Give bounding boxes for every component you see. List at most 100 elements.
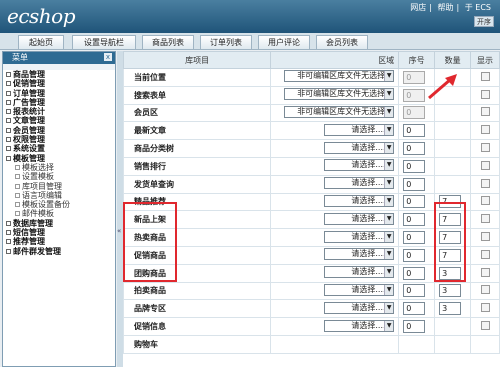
item-name: 拍卖商品 xyxy=(123,281,272,301)
region-select[interactable]: 请选择....... ▼ xyxy=(324,123,395,136)
order-input[interactable]: 0 xyxy=(403,302,426,316)
sidebar-item[interactable]: 邮件模板 xyxy=(3,209,115,218)
quantity-cell xyxy=(434,139,472,158)
sidebar-item[interactable]: 会员管理 xyxy=(3,126,115,135)
item-name: 当前位置 xyxy=(123,68,272,87)
region-select[interactable]: 非可编辑区库文件无选择项 ▼ xyxy=(284,105,395,118)
display-checkbox[interactable] xyxy=(480,107,490,117)
sidebar-item[interactable]: 推荐管理 xyxy=(3,237,115,246)
chevron-down-icon: ▼ xyxy=(384,160,394,171)
sidebar-item[interactable]: 广告管理 xyxy=(3,98,115,107)
order-input[interactable]: 0 xyxy=(403,213,426,227)
display-checkbox[interactable] xyxy=(480,71,490,81)
sidebar-item-label: 文章管理 xyxy=(13,116,45,126)
order-input[interactable]: 0 xyxy=(403,248,426,262)
sidebar-item-label: 数据库管理 xyxy=(13,218,53,228)
order-input[interactable]: 0 xyxy=(403,124,426,138)
expand-icon xyxy=(6,90,11,96)
link-help[interactable]: 帮助 xyxy=(434,3,456,12)
order-input[interactable]: 0 xyxy=(403,231,426,245)
tab-user-comments[interactable]: 用户评论 xyxy=(258,35,310,49)
region-select[interactable]: 请选择....... ▼ xyxy=(324,319,395,332)
order-input[interactable]: 0 xyxy=(403,320,426,334)
sidebar-item[interactable]: 系统设置 xyxy=(3,144,115,153)
region-select[interactable]: 请选择....... ▼ xyxy=(324,248,395,261)
display-checkbox[interactable] xyxy=(480,303,490,313)
region-cell xyxy=(270,334,400,354)
sidebar-item-label: 系统设置 xyxy=(13,144,45,154)
order-input[interactable]: 0 xyxy=(403,195,426,209)
close-icon[interactable]: x xyxy=(104,53,112,61)
order-cell: 0 xyxy=(398,281,436,301)
display-checkbox[interactable] xyxy=(480,267,490,277)
display-checkbox[interactable] xyxy=(480,178,490,188)
tab-home[interactable]: 起始页 xyxy=(18,35,64,49)
order-input[interactable]: 0 xyxy=(403,284,426,298)
order-cell: 0 xyxy=(398,156,436,176)
quantity-cell xyxy=(434,103,472,123)
expand-icon xyxy=(6,127,11,133)
tab-member-list[interactable]: 会员列表 xyxy=(316,35,368,49)
region-select[interactable]: 请选择....... ▼ xyxy=(324,301,395,314)
quantity-input[interactable]: 3 xyxy=(439,284,462,298)
quantity-cell xyxy=(434,174,472,194)
order-input: 0 xyxy=(403,106,426,120)
region-select[interactable]: 请选择....... ▼ xyxy=(324,283,395,296)
region-select[interactable]: 请选择....... ▼ xyxy=(324,266,395,279)
quantity-input[interactable]: 3 xyxy=(439,302,462,316)
tab-order-list[interactable]: 订单列表 xyxy=(200,35,252,49)
link-about[interactable]: 于 ECS xyxy=(462,3,494,12)
display-checkbox[interactable] xyxy=(480,214,490,224)
sidebar-item[interactable]: 设置模板 xyxy=(3,172,115,181)
sidebar-item[interactable]: 库项目管理 xyxy=(3,182,115,191)
sidebar-item[interactable]: 商品管理 xyxy=(3,70,115,79)
expand-icon xyxy=(6,220,11,226)
order-input[interactable]: 0 xyxy=(403,266,426,280)
table-row: 品牌专区 请选择....... ▼ 0 3 xyxy=(123,299,500,319)
tab-nav-settings[interactable]: 设置导航栏 xyxy=(72,35,136,49)
region-cell: 请选择....... ▼ xyxy=(270,139,400,158)
table-row: 会员区 非可编辑区库文件无选择项 ▼ 0 xyxy=(123,103,500,123)
display-checkbox[interactable] xyxy=(480,285,490,295)
sidebar-item[interactable]: 权限管理 xyxy=(3,135,115,144)
sidebar-item[interactable]: 模板设置备份 xyxy=(3,200,115,209)
region-select[interactable]: 请选择....... ▼ xyxy=(324,177,395,190)
tab-goods-list[interactable]: 商品列表 xyxy=(142,35,194,49)
chevron-down-icon: ▼ xyxy=(384,106,394,117)
order-cell: 0 xyxy=(398,299,436,319)
sidebar-item[interactable]: 数据库管理 xyxy=(3,219,115,228)
region-cell: 请选择....... ▼ xyxy=(270,299,400,319)
collapse-arrow-icon[interactable]: « xyxy=(117,227,121,235)
region-select[interactable]: 请选择....... ▼ xyxy=(324,212,395,225)
display-checkbox[interactable] xyxy=(480,196,490,206)
sidebar-item[interactable]: 短信管理 xyxy=(3,228,115,237)
sidebar-item[interactable]: 模板选择 xyxy=(3,163,115,172)
item-name: 搜索表单 xyxy=(123,85,272,105)
display-checkbox[interactable] xyxy=(480,143,490,153)
open-button[interactable]: 开序 xyxy=(474,16,494,27)
region-select-value: 非可编辑区库文件无选择项 xyxy=(297,106,394,116)
order-input[interactable]: 0 xyxy=(403,142,426,156)
sidebar-item[interactable]: 促销管理 xyxy=(3,79,115,88)
sidebar-item[interactable]: 文章管理 xyxy=(3,116,115,125)
order-input[interactable]: 0 xyxy=(403,177,426,191)
order-input[interactable]: 0 xyxy=(403,159,426,173)
display-checkbox[interactable] xyxy=(480,89,490,99)
sidebar-item[interactable]: 语言项编辑 xyxy=(3,191,115,200)
region-select[interactable]: 请选择....... ▼ xyxy=(324,159,395,172)
link-shop[interactable]: 网店 xyxy=(407,3,429,12)
sidebar-item[interactable]: 模板管理 xyxy=(3,154,115,163)
region-cell: 请选择....... ▼ xyxy=(270,228,400,247)
region-select[interactable]: 请选择....... ▼ xyxy=(324,194,395,207)
sidebar-item[interactable]: 订单管理 xyxy=(3,89,115,98)
display-checkbox[interactable] xyxy=(480,125,490,135)
region-select[interactable]: 非可编辑区库文件无选择项 ▼ xyxy=(284,70,395,83)
region-select[interactable]: 非可编辑区库文件无选择项 ▼ xyxy=(284,88,395,101)
display-checkbox[interactable] xyxy=(480,321,490,331)
sidebar-item[interactable]: 邮件群发管理 xyxy=(3,247,115,256)
region-select[interactable]: 请选择....... ▼ xyxy=(324,141,395,154)
display-checkbox[interactable] xyxy=(480,232,490,242)
display-checkbox[interactable] xyxy=(480,249,490,259)
display-checkbox[interactable] xyxy=(480,160,490,170)
region-select[interactable]: 请选择....... ▼ xyxy=(324,230,395,243)
